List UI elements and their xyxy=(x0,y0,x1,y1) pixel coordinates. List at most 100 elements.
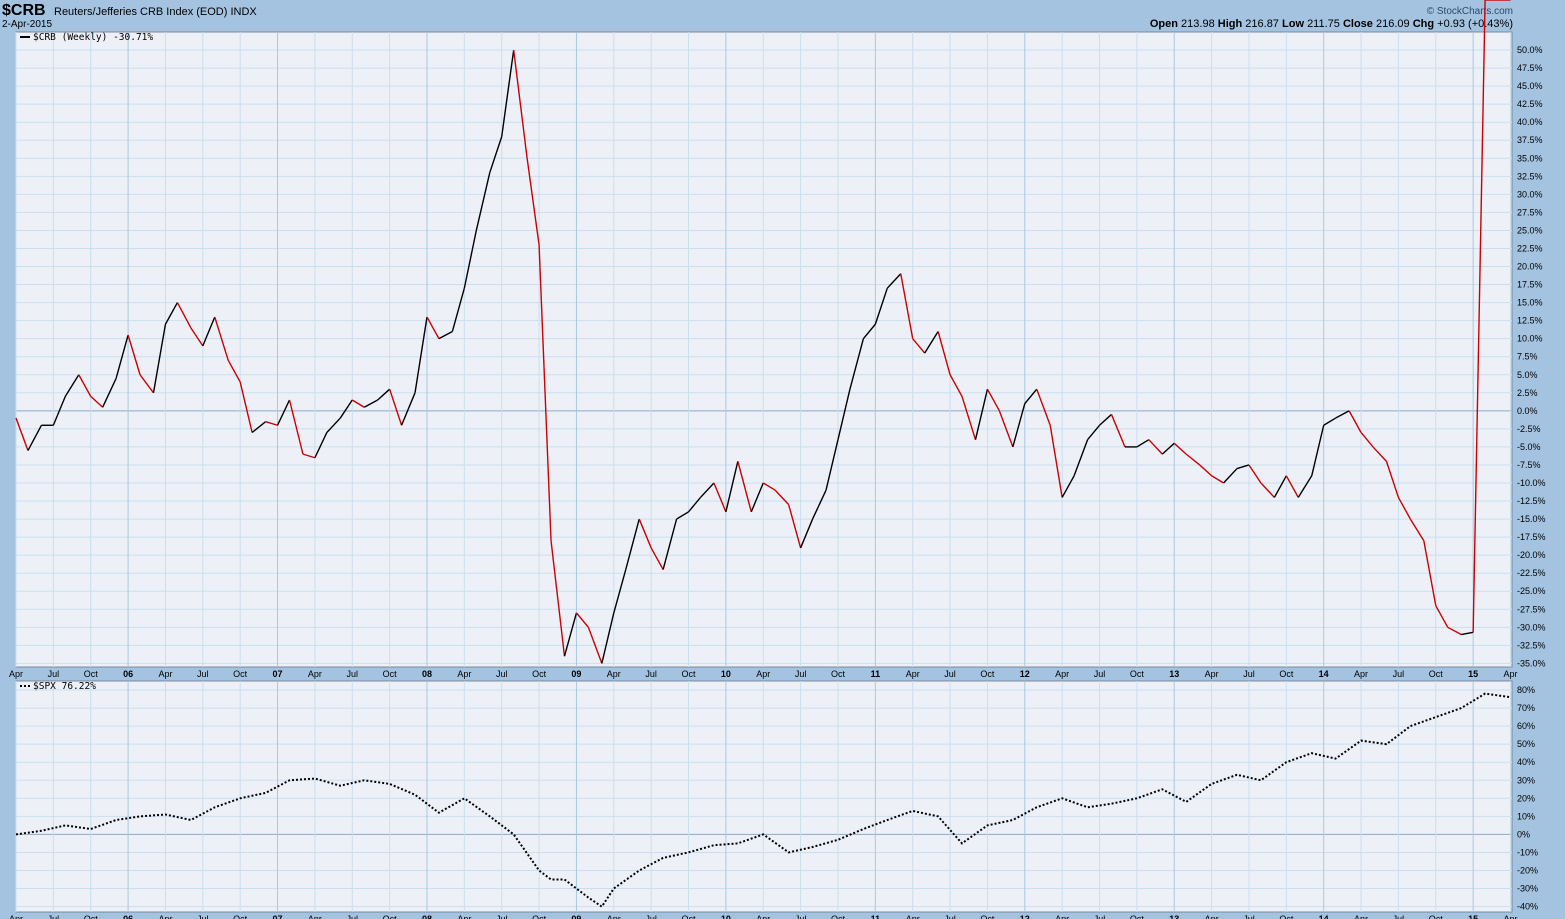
y-tick-label: -10% xyxy=(1517,847,1538,857)
x-tick-label: Apr xyxy=(1055,669,1069,679)
y-tick-label: -30.0% xyxy=(1517,622,1546,632)
x-tick-label: Oct xyxy=(1279,669,1294,679)
x-tick-label: Jul xyxy=(645,914,657,919)
chart-canvas: 50.0% 47.5% 45.0% 42.5% 40.0% 37.5% 35.0% 32.5%… xyxy=(9,0,1546,919)
x-tick-label: Apr xyxy=(756,669,770,679)
x-tick-label: 08 xyxy=(422,669,432,679)
x-tick-label: 08 xyxy=(422,914,432,919)
y-tick-label: 10% xyxy=(1517,811,1535,821)
y-tick-label: -20% xyxy=(1517,865,1538,875)
x-tick-label: 12 xyxy=(1020,669,1030,679)
x-tick-label: Jul xyxy=(1243,914,1255,919)
x-tick-label: Apr xyxy=(457,669,471,679)
x-tick-label: 12 xyxy=(1020,914,1030,919)
y-tick-label: -2.5% xyxy=(1517,424,1541,434)
x-tick-label: Apr xyxy=(1503,669,1517,679)
x-tick-label: Apr xyxy=(1205,669,1219,679)
y-tick-label: 10.0% xyxy=(1517,334,1543,344)
x-tick-label: Apr xyxy=(756,914,770,919)
y-tick-label: 20% xyxy=(1517,793,1535,803)
x-tick-label: 09 xyxy=(571,914,581,919)
x-tick-label: Oct xyxy=(980,669,995,679)
x-tick-label: Apr xyxy=(457,914,471,919)
y-tick-label: -5.0% xyxy=(1517,442,1541,452)
x-tick-label: 06 xyxy=(123,669,133,679)
x-tick-label: Apr xyxy=(9,914,23,919)
x-tick-label: Jul xyxy=(197,669,209,679)
x-tick-label: Oct xyxy=(1279,914,1294,919)
y-tick-label: 20.0% xyxy=(1517,262,1543,272)
x-tick-label: Apr xyxy=(9,669,23,679)
x-tick-label: Oct xyxy=(532,914,547,919)
x-tick-label: 15 xyxy=(1468,669,1478,679)
x-tick-label: Jul xyxy=(496,914,508,919)
x-tick-label: Apr xyxy=(308,669,322,679)
y-tick-label: 12.5% xyxy=(1517,316,1543,326)
crb-legend: $CRB (Weekly) -30.71% xyxy=(33,32,153,43)
x-tick-label: Jul xyxy=(48,669,60,679)
x-tick-label: 11 xyxy=(871,914,881,919)
x-tick-label: Apr xyxy=(1205,914,1219,919)
x-tick-label: Apr xyxy=(906,914,920,919)
x-tick-label: Oct xyxy=(532,669,547,679)
x-tick-label: 13 xyxy=(1169,914,1179,919)
x-tick-label: Oct xyxy=(682,914,697,919)
x-tick-label: 14 xyxy=(1319,669,1329,679)
x-tick-label: Jul xyxy=(1094,669,1106,679)
x-tick-label: Oct xyxy=(383,914,398,919)
x-tick-label: Oct xyxy=(1429,669,1444,679)
x-tick-label: Oct xyxy=(383,669,398,679)
y-tick-label: -35.0% xyxy=(1517,658,1546,668)
y-tick-label: 50.0% xyxy=(1517,45,1543,55)
x-tick-label: Jul xyxy=(1243,669,1255,679)
y-tick-label: 2.5% xyxy=(1517,388,1538,398)
x-tick-label: 14 xyxy=(1319,914,1329,919)
y-tick-label: 30% xyxy=(1517,775,1535,785)
x-tick-label: Oct xyxy=(84,914,99,919)
x-tick-label: Oct xyxy=(1130,669,1145,679)
y-tick-label: -15.0% xyxy=(1517,514,1546,524)
x-tick-label: Jul xyxy=(944,669,956,679)
x-tick-label: Oct xyxy=(233,669,248,679)
spx-legend: $SPX 76.22% xyxy=(33,681,96,692)
x-tick-label: Apr xyxy=(1354,914,1368,919)
x-tick-label: Jul xyxy=(48,914,60,919)
y-tick-label: 42.5% xyxy=(1517,99,1543,109)
x-tick-label: Apr xyxy=(308,914,322,919)
y-tick-label: -40% xyxy=(1517,902,1538,912)
x-tick-label: Apr xyxy=(906,669,920,679)
x-tick-label: Apr xyxy=(158,669,172,679)
y-tick-label: 70% xyxy=(1517,703,1535,713)
y-tick-label: 7.5% xyxy=(1517,352,1538,362)
y-tick-label: -10.0% xyxy=(1517,478,1546,488)
x-tick-label: Apr xyxy=(1055,914,1069,919)
x-tick-label: Jul xyxy=(795,914,807,919)
y-tick-label: 37.5% xyxy=(1517,135,1543,145)
x-tick-label: 06 xyxy=(123,914,133,919)
x-tick-label: Jul xyxy=(1393,669,1405,679)
x-tick-label: Jul xyxy=(347,914,359,919)
y-tick-label: 35.0% xyxy=(1517,153,1543,163)
y-tick-label: 45.0% xyxy=(1517,81,1543,91)
y-tick-label: -32.5% xyxy=(1517,640,1546,650)
y-tick-label: -20.0% xyxy=(1517,550,1546,560)
x-tick-label: Jul xyxy=(347,669,359,679)
x-tick-label: 13 xyxy=(1169,669,1179,679)
x-tick-label: 10 xyxy=(721,669,731,679)
x-tick-label: 07 xyxy=(273,914,283,919)
y-tick-label: 32.5% xyxy=(1517,171,1543,181)
y-tick-label: -22.5% xyxy=(1517,568,1546,578)
y-tick-label: 25.0% xyxy=(1517,225,1543,235)
x-tick-label: Oct xyxy=(233,914,248,919)
y-tick-label: 27.5% xyxy=(1517,207,1543,217)
x-tick-label: Oct xyxy=(831,914,846,919)
y-tick-label: 40.0% xyxy=(1517,117,1543,127)
x-tick-label: Apr xyxy=(1354,669,1368,679)
y-tick-label: -30% xyxy=(1517,884,1538,894)
y-tick-label: 40% xyxy=(1517,757,1535,767)
x-tick-label: 15 xyxy=(1468,914,1478,919)
y-tick-label: -12.5% xyxy=(1517,496,1546,506)
x-tick-label: Jul xyxy=(645,669,657,679)
x-tick-label: Apr xyxy=(158,914,172,919)
y-tick-label: 5.0% xyxy=(1517,370,1538,380)
